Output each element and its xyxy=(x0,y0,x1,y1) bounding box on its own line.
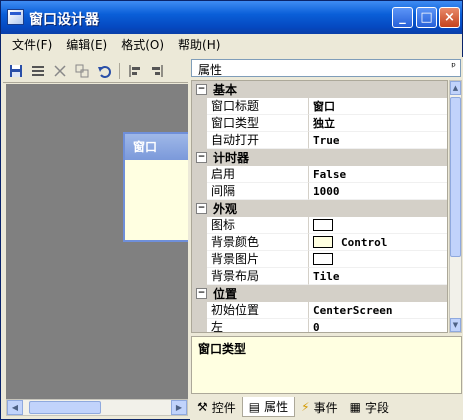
property-name: 背景布局 xyxy=(207,268,309,285)
properties-panel: 属性 ᵖ − 基本 窗口标题 窗口 窗口类型 独立 自动打开 True − 计时… xyxy=(190,57,463,420)
properties-icon: ▤ xyxy=(248,399,261,414)
property-name: 窗口类型 xyxy=(207,115,309,132)
color-swatch xyxy=(313,236,333,248)
menu-help[interactable]: 帮助(H) xyxy=(171,34,227,56)
property-description: 窗口类型 xyxy=(191,336,462,394)
property-name: 图标 xyxy=(207,217,309,234)
align-left-icon[interactable] xyxy=(126,62,144,80)
scroll-right-icon[interactable]: ▶ xyxy=(171,400,187,415)
tab-events[interactable]: ⚡ 事件 xyxy=(295,397,343,417)
property-value[interactable]: Tile xyxy=(309,268,447,285)
close-button[interactable]: × xyxy=(439,7,460,28)
undo-icon[interactable] xyxy=(95,62,113,80)
collapse-icon[interactable]: − xyxy=(196,152,207,163)
form-preview-caption: 窗口 xyxy=(125,134,188,160)
category-position[interactable]: − 位置 xyxy=(192,285,447,302)
property-row[interactable]: 左 0 xyxy=(192,319,447,333)
app-icon xyxy=(7,9,24,25)
maximize-button[interactable]: □ xyxy=(416,7,437,28)
menu-format[interactable]: 格式(O) xyxy=(114,34,171,56)
color-swatch xyxy=(313,219,333,231)
property-grid: − 基本 窗口标题 窗口 窗口类型 独立 自动打开 True − 计时器 启用 … xyxy=(191,80,448,333)
category-basic[interactable]: − 基本 xyxy=(192,81,447,98)
property-row[interactable]: 背景图片 xyxy=(192,251,447,268)
tab-properties[interactable]: ▤ 属性 xyxy=(241,397,296,417)
tab-controls[interactable]: ⚒ 控件 xyxy=(191,397,242,417)
panel-tabs: ⚒ 控件 ▤ 属性 ⚡ 事件 ▦ 字段 xyxy=(191,396,462,418)
property-row[interactable]: 背景布局 Tile xyxy=(192,268,447,285)
property-name: 启用 xyxy=(207,166,309,183)
property-value[interactable]: 独立 xyxy=(309,115,447,132)
cut-icon[interactable] xyxy=(51,62,69,80)
category-label: 计时器 xyxy=(213,151,250,165)
design-canvas[interactable]: 窗口 xyxy=(6,84,188,399)
property-row[interactable]: 窗口类型 独立 xyxy=(192,115,447,132)
collapse-icon[interactable]: − xyxy=(196,84,207,95)
property-row[interactable]: 窗口标题 窗口 xyxy=(192,98,447,115)
form-preview[interactable]: 窗口 xyxy=(123,132,188,242)
pin-icon[interactable]: ᵖ xyxy=(451,60,456,73)
property-name: 自动打开 xyxy=(207,132,309,149)
property-row[interactable]: 图标 xyxy=(192,217,447,234)
scroll-thumb[interactable] xyxy=(450,97,461,257)
property-name: 背景图片 xyxy=(207,251,309,268)
title-bar[interactable]: 窗口设计器 _ □ × xyxy=(1,1,462,34)
property-value[interactable]: CenterScreen xyxy=(309,302,447,319)
property-value[interactable]: 窗口 xyxy=(309,98,447,115)
property-name: 背景颜色 xyxy=(207,234,309,251)
property-name: 左 xyxy=(207,319,309,332)
lightning-icon: ⚡ xyxy=(301,400,310,414)
properties-list-icon[interactable] xyxy=(29,62,47,80)
property-name: 初始位置 xyxy=(207,302,309,319)
tools-icon: ⚒ xyxy=(197,400,208,414)
property-value[interactable]: False xyxy=(309,166,447,183)
category-timer[interactable]: − 计时器 xyxy=(192,149,447,166)
description-title: 窗口类型 xyxy=(198,342,247,356)
designer-window: 窗口设计器 _ □ × 文件(F) 编辑(E) 格式(O) 帮助(H) 窗口 ◀… xyxy=(0,0,463,420)
category-label: 外观 xyxy=(213,202,238,216)
scroll-left-icon[interactable]: ◀ xyxy=(7,400,23,415)
scroll-thumb[interactable] xyxy=(29,401,101,414)
minimize-button[interactable]: _ xyxy=(392,7,413,28)
properties-header: 属性 ᵖ xyxy=(191,59,461,77)
collapse-icon[interactable]: − xyxy=(196,288,207,299)
vertical-scrollbar[interactable]: ▲ ▼ xyxy=(449,80,462,333)
align-right-icon[interactable] xyxy=(148,62,166,80)
category-label: 位置 xyxy=(213,287,238,301)
property-name: 间隔 xyxy=(207,183,309,200)
properties-header-label: 属性 xyxy=(198,63,223,77)
property-value[interactable]: True xyxy=(309,132,447,149)
property-row[interactable]: 初始位置 CenterScreen xyxy=(192,302,447,319)
scroll-up-icon[interactable]: ▲ xyxy=(450,81,461,95)
close-icon: × xyxy=(444,10,455,25)
menu-edit[interactable]: 编辑(E) xyxy=(59,34,114,56)
property-row[interactable]: 背景颜色 Control xyxy=(192,234,447,251)
horizontal-scrollbar[interactable]: ◀ ▶ xyxy=(6,399,188,416)
toolbar-separator xyxy=(119,62,120,79)
minimize-icon: _ xyxy=(399,10,406,25)
menu-file[interactable]: 文件(F) xyxy=(5,34,59,56)
maximize-icon: □ xyxy=(420,10,433,25)
table-icon: ▦ xyxy=(349,400,361,414)
property-value[interactable] xyxy=(309,251,447,268)
property-row[interactable]: 启用 False xyxy=(192,166,447,183)
color-swatch xyxy=(313,253,333,265)
toolbar xyxy=(3,59,188,83)
collapse-icon[interactable]: − xyxy=(196,203,207,214)
category-label: 基本 xyxy=(213,83,238,97)
category-appearance[interactable]: − 外观 xyxy=(192,200,447,217)
menu-bar: 文件(F) 编辑(E) 格式(O) 帮助(H) xyxy=(1,34,462,56)
window-title: 窗口设计器 xyxy=(29,12,99,28)
property-value[interactable]: Control xyxy=(309,234,447,251)
property-value[interactable]: 0 xyxy=(309,319,447,333)
property-row[interactable]: 间隔 1000 xyxy=(192,183,447,200)
property-value[interactable]: 1000 xyxy=(309,183,447,200)
scroll-down-icon[interactable]: ▼ xyxy=(450,318,461,332)
save-icon[interactable] xyxy=(7,62,25,80)
property-row[interactable]: 自动打开 True xyxy=(192,132,447,149)
copy-icon[interactable] xyxy=(73,62,91,80)
property-value[interactable] xyxy=(309,217,447,234)
property-name: 窗口标题 xyxy=(207,98,309,115)
tab-fields[interactable]: ▦ 字段 xyxy=(344,397,395,417)
